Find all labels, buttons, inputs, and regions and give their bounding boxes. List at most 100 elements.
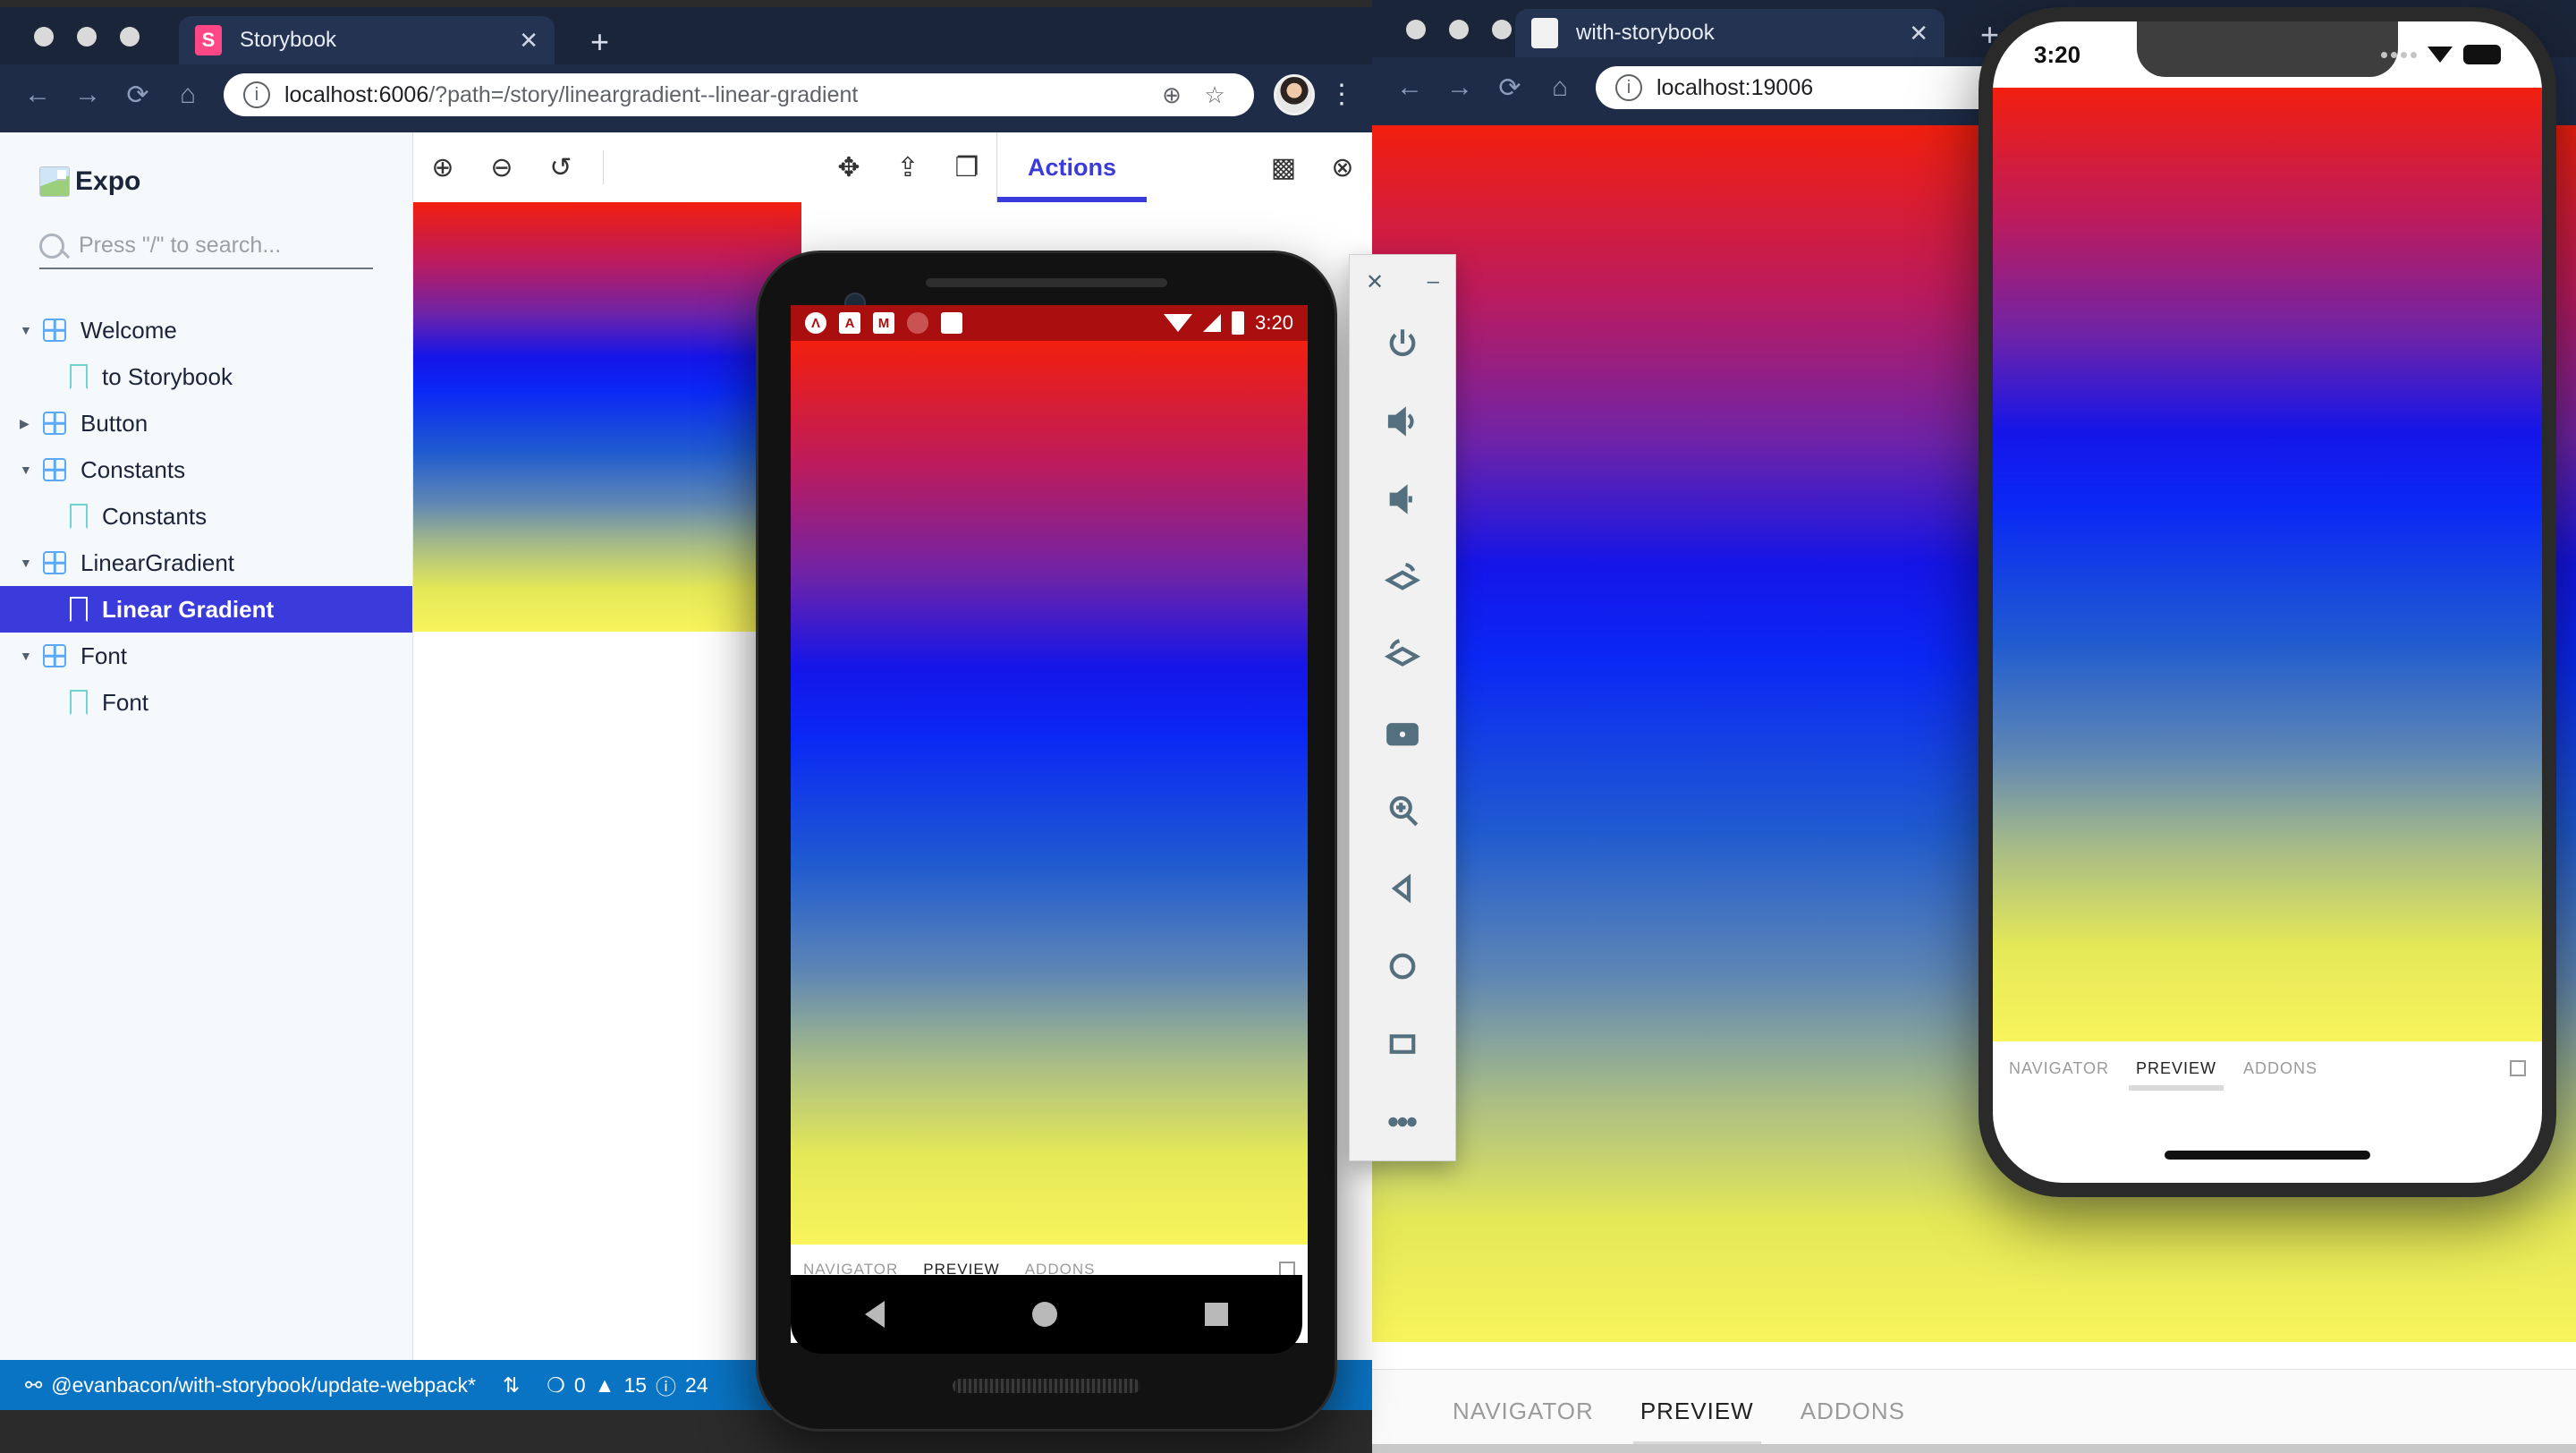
close-icon[interactable]: ✕ xyxy=(488,27,538,55)
minimize-window-button[interactable] xyxy=(1449,20,1469,39)
zoom-in-icon[interactable]: ⊕ xyxy=(413,132,472,202)
menu-icon[interactable]: ⋮ xyxy=(1324,87,1360,103)
new-tab-button[interactable]: + xyxy=(590,23,609,61)
minimize-window-button[interactable] xyxy=(77,27,97,47)
close-window-button[interactable] xyxy=(34,27,54,47)
close-window-button[interactable] xyxy=(1406,20,1426,39)
home-circle-icon[interactable] xyxy=(1032,1302,1057,1327)
camera-icon[interactable] xyxy=(1350,693,1455,771)
zoom-out-icon[interactable]: ⊖ xyxy=(472,132,531,202)
back-icon[interactable] xyxy=(1350,849,1455,927)
reload-icon[interactable]: ⟳ xyxy=(113,70,163,120)
browser-tab-with-storybook[interactable]: with-storybook ✕ xyxy=(1515,9,1945,57)
zoom-icon[interactable]: ⊕ xyxy=(1152,81,1191,109)
minimize-icon[interactable]: – xyxy=(1428,269,1439,295)
branch-icon: ⚯ xyxy=(25,1373,42,1398)
back-icon[interactable]: ← xyxy=(13,70,63,120)
zoom-reset-icon[interactable]: ↺ xyxy=(531,132,590,202)
close-icon[interactable]: ✕ xyxy=(1878,20,1928,47)
problems-indicator[interactable]: ❍ 0 ▲ 15 ⓘ 24 xyxy=(538,1370,716,1400)
tree-group-lineargradient[interactable]: ▼ LinearGradient xyxy=(0,540,412,586)
address-bar[interactable]: i localhost:6006/?path=/story/lineargrad… xyxy=(224,73,1254,116)
tab-addons[interactable]: ADDONS xyxy=(1801,1398,1905,1425)
tree-group-constants[interactable]: ▼ Constants xyxy=(0,446,412,493)
fullscreen-icon[interactable]: ✥ xyxy=(819,132,878,202)
error-count: 0 xyxy=(574,1373,586,1398)
back-icon[interactable]: ← xyxy=(1385,63,1435,113)
panel-layout-icon[interactable]: ▩ xyxy=(1254,132,1313,202)
tab-preview[interactable]: PREVIEW xyxy=(1640,1398,1754,1425)
battery-icon xyxy=(2463,45,2501,64)
home-icon[interactable]: ⌂ xyxy=(163,70,213,120)
volume-up-icon[interactable] xyxy=(1350,382,1455,460)
home-icon[interactable]: ⌂ xyxy=(1535,63,1585,113)
site-info-icon[interactable]: i xyxy=(1615,74,1642,101)
forward-icon[interactable]: → xyxy=(1435,63,1485,113)
tab-addons[interactable]: ADDONS xyxy=(2243,1059,2318,1078)
tab-navigator[interactable]: NAVIGATOR xyxy=(1453,1398,1594,1425)
browser-tab-storybook[interactable]: Storybook ✕ xyxy=(179,16,555,64)
maximize-window-button[interactable] xyxy=(1492,20,1512,39)
close-circle-icon[interactable]: ⊗ xyxy=(1313,132,1372,202)
clock: 3:20 xyxy=(1255,311,1293,335)
forward-icon[interactable]: → xyxy=(63,70,113,120)
tree-story-font[interactable]: Font xyxy=(0,679,412,726)
tree-label: LinearGradient xyxy=(80,549,234,577)
checkbox-icon[interactable] xyxy=(2510,1060,2526,1076)
bookmark-star-icon[interactable]: ☆ xyxy=(1195,81,1234,109)
search-input[interactable] xyxy=(79,233,373,259)
site-info-icon[interactable]: i xyxy=(243,81,270,108)
window-traffic-lights[interactable] xyxy=(34,27,140,47)
copy-icon[interactable]: ❐ xyxy=(937,132,996,202)
bookmark-icon xyxy=(70,504,88,529)
chevron-down-icon[interactable]: ▼ xyxy=(20,556,43,570)
tree-group-font[interactable]: ▼ Font xyxy=(0,633,412,679)
rotate-left-icon[interactable] xyxy=(1350,538,1455,616)
preview-toolbar: ⊕ ⊖ ↺ ✥ ⇪ ❐ Actions ▩ ⊗ xyxy=(413,132,1372,202)
overview-icon[interactable] xyxy=(1350,1005,1455,1083)
tab-preview[interactable]: PREVIEW xyxy=(2136,1059,2216,1078)
chevron-down-icon[interactable]: ▼ xyxy=(20,649,43,663)
tab-actions[interactable]: Actions xyxy=(997,132,1147,202)
emulator-toolbar-header: ✕ – xyxy=(1350,264,1455,304)
bookmark-icon xyxy=(70,597,88,622)
status-icons-left: Λ A M xyxy=(805,312,962,334)
git-branch[interactable]: ⚯ @evanbacon/with-storybook/update-webpa… xyxy=(16,1373,485,1398)
close-icon[interactable]: ✕ xyxy=(1366,269,1384,295)
scrollbar[interactable] xyxy=(1372,1444,2576,1453)
tab-strip: Storybook ✕ + xyxy=(0,7,1372,64)
search-field[interactable] xyxy=(39,233,373,269)
avatar[interactable] xyxy=(1274,74,1315,115)
info-count: 24 xyxy=(685,1373,708,1398)
rotate-right-icon[interactable] xyxy=(1350,616,1455,693)
sync-icon[interactable]: ⇅ xyxy=(494,1373,529,1398)
chevron-down-icon[interactable]: ▼ xyxy=(20,463,43,477)
tab-navigator[interactable]: NAVIGATOR xyxy=(2009,1059,2109,1078)
back-triangle-icon[interactable] xyxy=(865,1301,885,1328)
home-indicator[interactable] xyxy=(2165,1151,2370,1160)
tree-group-welcome[interactable]: ▼ Welcome xyxy=(0,307,412,353)
url-path: /?path=/story/lineargradient--linear-gra… xyxy=(428,82,858,107)
tree-group-button[interactable]: ▶ Button xyxy=(0,400,412,446)
tree-label: Linear Gradient xyxy=(102,596,274,624)
tree-label: Constants xyxy=(80,456,185,484)
earpiece-speaker xyxy=(926,278,1167,287)
url-text: localhost:6006/?path=/story/lineargradie… xyxy=(284,82,858,108)
maximize-window-button[interactable] xyxy=(120,27,140,47)
volume-down-icon[interactable] xyxy=(1350,460,1455,538)
home-icon[interactable] xyxy=(1350,927,1455,1005)
tree-story-constants[interactable]: Constants xyxy=(0,493,412,540)
tree-story-to-storybook[interactable]: to Storybook xyxy=(0,353,412,400)
recents-square-icon[interactable] xyxy=(1205,1303,1228,1326)
chevron-right-icon[interactable]: ▶ xyxy=(20,416,43,431)
open-in-new-icon[interactable]: ⇪ xyxy=(878,132,937,202)
more-icon[interactable] xyxy=(1350,1083,1455,1160)
url-text: localhost:19006 xyxy=(1657,75,1813,101)
window-traffic-lights[interactable] xyxy=(1406,20,1512,39)
zoom-icon[interactable] xyxy=(1350,771,1455,849)
power-icon[interactable] xyxy=(1350,304,1455,382)
chevron-down-icon[interactable]: ▼ xyxy=(20,323,43,337)
tree-story-linear-gradient[interactable]: Linear Gradient xyxy=(0,586,412,633)
reload-icon[interactable]: ⟳ xyxy=(1485,63,1535,113)
tab-title: with-storybook xyxy=(1576,21,1715,46)
